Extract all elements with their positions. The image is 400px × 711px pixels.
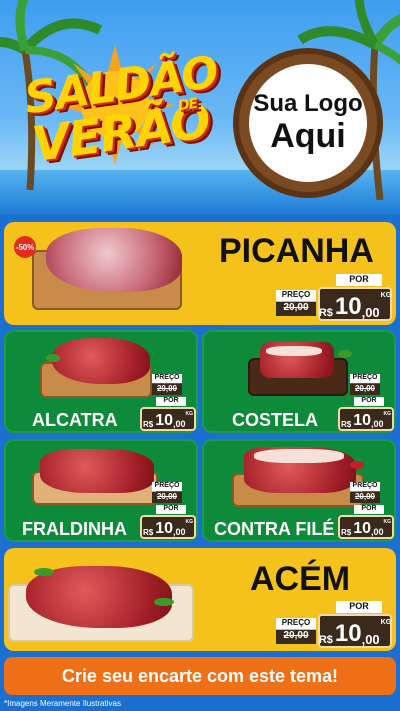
- preco-label: PREÇO: [350, 374, 380, 383]
- new-price-int: 10: [334, 620, 362, 647]
- new-price: R$ 10 ,00 KG: [318, 614, 392, 648]
- new-price-int: 10: [155, 412, 173, 429]
- old-price: 20,00: [152, 492, 182, 503]
- herb-garnish: [46, 354, 60, 362]
- por-label: POR: [156, 397, 186, 406]
- preco-label: PREÇO: [152, 482, 182, 491]
- product-name: CONTRA FILÉ: [214, 519, 335, 539]
- old-price: 20,00: [276, 630, 316, 644]
- por-label: POR: [354, 505, 384, 514]
- por-label: POR: [336, 601, 382, 613]
- unit-kg: KG: [185, 411, 194, 417]
- product-name: FRALDINHA: [22, 519, 127, 539]
- old-price: 20,00: [276, 302, 316, 316]
- por-label: POR: [336, 274, 382, 286]
- herb-garnish: [154, 598, 174, 606]
- alcatra-image: [52, 338, 150, 384]
- old-price-value: 20,00: [283, 302, 309, 313]
- logo-placeholder: Sua Logo Aqui: [233, 48, 383, 198]
- disclaimer: *Imagens Meramente Ilustrativas: [4, 699, 121, 708]
- unit-kg: KG: [380, 292, 392, 299]
- old-price-value: 20,00: [354, 384, 376, 393]
- product-name: ALCATRA: [32, 410, 118, 430]
- discount-badge: -50%: [14, 236, 36, 258]
- new-price-dec: ,00: [361, 305, 380, 320]
- new-price-dec: ,00: [173, 419, 186, 429]
- new-price: R$ 10 ,00 KG: [318, 287, 392, 321]
- old-price-value: 20,00: [156, 384, 178, 393]
- old-price-value: 20,00: [354, 492, 376, 501]
- new-price-int: 10: [353, 412, 371, 429]
- old-price: 20,00: [152, 384, 182, 395]
- new-price-int: 10: [353, 520, 371, 537]
- unit-kg: KG: [380, 619, 392, 626]
- new-price-dec: ,00: [361, 632, 380, 647]
- herb-garnish: [350, 461, 364, 469]
- new-price-int: 10: [155, 520, 173, 537]
- preco-label: PREÇO: [350, 482, 380, 491]
- new-price: R$ 10 ,00 KG: [140, 515, 196, 539]
- currency: R$: [142, 420, 154, 429]
- hero-banner: SALDÃO VERÃO DE Sua Logo Aqui: [0, 0, 400, 215]
- logo-inner: Sua Logo Aqui: [249, 64, 367, 182]
- title-de: DE: [176, 95, 199, 115]
- preco-label: PREÇO: [152, 374, 182, 383]
- fraldinha-image: [40, 449, 154, 493]
- new-price-dec: ,00: [173, 527, 186, 537]
- logo-text-line2: Aqui: [270, 116, 346, 155]
- new-price: R$ 10 ,00 KG: [140, 407, 196, 431]
- picanha-image: [46, 228, 182, 292]
- old-price: 20,00: [350, 492, 380, 503]
- currency: R$: [340, 420, 352, 429]
- herb-garnish: [34, 568, 54, 576]
- product-name: COSTELA: [232, 410, 319, 430]
- old-price: 20,00: [350, 384, 380, 395]
- new-price-dec: ,00: [371, 527, 384, 537]
- contra-file-fat: [254, 449, 344, 463]
- new-price: R$ 10 ,00 KG: [338, 515, 394, 539]
- unit-kg: KG: [185, 519, 194, 525]
- unit-kg: KG: [383, 519, 392, 525]
- preco-label: PREÇO: [276, 618, 316, 629]
- new-price-dec: ,00: [371, 419, 384, 429]
- por-label: POR: [354, 397, 384, 406]
- herb-garnish: [338, 350, 352, 358]
- preco-label: PREÇO: [276, 290, 316, 301]
- product-name: ACÉM: [250, 560, 351, 598]
- logo-text-line1: Sua Logo: [253, 90, 363, 118]
- currency: R$: [318, 307, 333, 319]
- product-name: PICANHA: [219, 232, 374, 270]
- currency: R$: [318, 634, 333, 646]
- old-price-value: 20,00: [156, 492, 178, 501]
- currency: R$: [142, 528, 154, 537]
- old-price-value: 20,00: [283, 630, 309, 641]
- por-label: POR: [156, 505, 186, 514]
- unit-kg: KG: [383, 411, 392, 417]
- new-price-int: 10: [334, 293, 362, 320]
- costela-fat: [266, 346, 322, 356]
- new-price: R$ 10 ,00 KG: [338, 407, 394, 431]
- currency: R$: [340, 528, 352, 537]
- cta-button[interactable]: Crie seu encarte com este tema!: [4, 657, 396, 695]
